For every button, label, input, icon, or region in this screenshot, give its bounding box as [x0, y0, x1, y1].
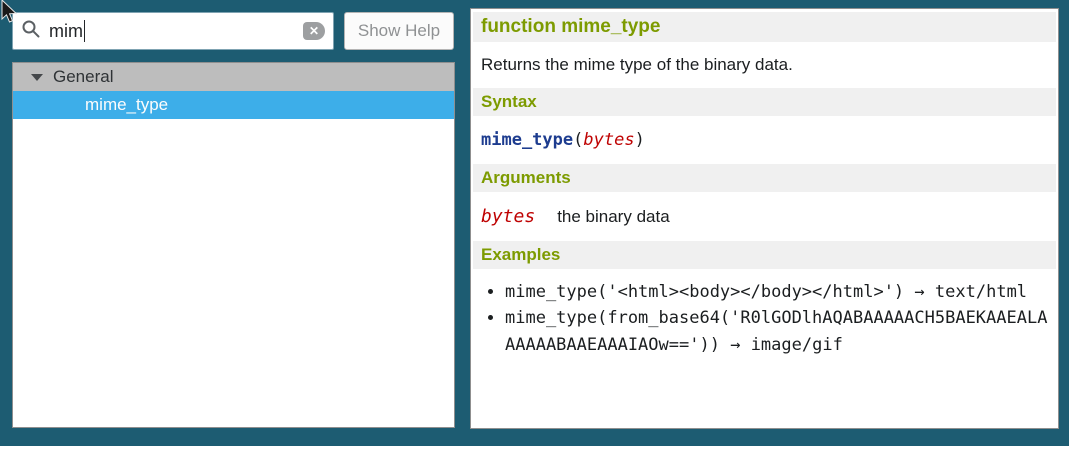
argument-name: bytes [481, 206, 535, 227]
tree-group-label: General [53, 67, 113, 87]
dialog-bottom-edge [0, 446, 1069, 451]
example-item: mime_type(from_base64('R0lGODlhAQABAAAAA… [505, 305, 1056, 358]
examples-list: mime_type('<html><body></body></html>') … [473, 279, 1056, 358]
clear-search-icon[interactable]: ✕ [303, 22, 325, 40]
syntax-code: mime_type(bytes) [473, 116, 1056, 164]
example-arrow: → [730, 335, 740, 355]
argument-description: the binary data [557, 207, 669, 227]
function-tree: General mime_type [12, 62, 455, 428]
syntax-argument: bytes [583, 130, 634, 150]
syntax-function-name: mime_type [481, 130, 573, 150]
example-arrow: → [914, 282, 924, 302]
text-cursor [84, 20, 85, 42]
example-result: image/gif [751, 335, 843, 355]
argument-row: bytes the binary data [473, 192, 1056, 241]
search-input[interactable]: mim ✕ [12, 12, 334, 50]
syntax-open-paren: ( [573, 130, 583, 150]
expander-down-icon[interactable] [31, 74, 43, 81]
syntax-section-strip: Syntax [473, 88, 1056, 116]
help-panel: function mime_type Returns the mime type… [470, 8, 1059, 429]
tree-item-label: mime_type [85, 95, 168, 115]
function-description: Returns the mime type of the binary data… [473, 42, 1056, 88]
mouse-pointer-icon [1, 0, 17, 29]
function-help-dialog: { "window": { "bg": "#1d5c72", "selectio… [0, 0, 1069, 451]
tree-item-mime-type[interactable]: mime_type [13, 91, 454, 119]
examples-section-strip: Examples [473, 241, 1056, 269]
example-item: mime_type('<html><body></body></html>') … [505, 279, 1056, 305]
arguments-heading: Arguments [481, 168, 571, 187]
help-title-strip: function mime_type [473, 12, 1056, 42]
search-input-value[interactable]: mim [49, 20, 303, 42]
syntax-heading: Syntax [481, 92, 537, 111]
arguments-section-strip: Arguments [473, 164, 1056, 192]
tree-group-general[interactable]: General [13, 63, 454, 91]
help-title: function mime_type [481, 16, 660, 37]
example-code: mime_type('<html><body></body></html>') [505, 282, 904, 302]
search-icon [21, 19, 41, 44]
show-help-button[interactable]: Show Help [344, 12, 454, 50]
examples-heading: Examples [481, 245, 560, 264]
syntax-close-paren: ) [635, 130, 645, 150]
example-result: text/html [935, 282, 1027, 302]
